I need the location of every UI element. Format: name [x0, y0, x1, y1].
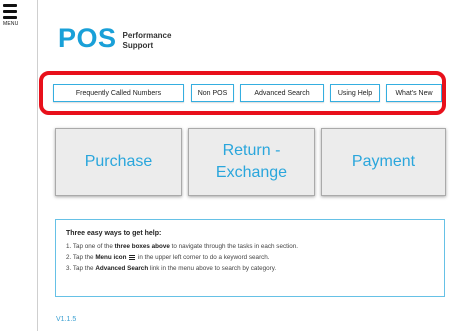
sidebar-divider: [37, 0, 38, 331]
help-item-text: to navigate through the tasks in each se…: [171, 243, 298, 250]
nav-link-non-pos[interactable]: Non POS: [191, 84, 234, 102]
task-box-label: Purchase: [85, 151, 153, 173]
task-box-label: Return - Exchange: [216, 140, 287, 184]
task-box-label-line1: Purchase: [84, 153, 153, 170]
help-panel: Three easy ways to get help: 1. Tap one …: [55, 219, 445, 297]
task-box-purchase[interactable]: Purchase: [55, 128, 182, 196]
menu-button[interactable]: MENU: [3, 4, 19, 27]
help-item-text: Tap the: [72, 254, 94, 261]
nav-link-advanced-search[interactable]: Advanced Search: [240, 84, 324, 102]
logo-subtitle-line2: Support: [122, 41, 154, 50]
logo-title: POS: [58, 23, 117, 53]
task-box-label-line2: Exchange: [215, 164, 288, 181]
task-box-label: Payment: [352, 151, 415, 173]
pos-logo[interactable]: POS Performance Support: [58, 25, 171, 52]
nav-link-whats-new[interactable]: What's New: [386, 84, 442, 102]
help-item-text: in the upper left corner to do a keyword…: [137, 254, 270, 261]
logo-subtitle-line1: Performance: [122, 31, 172, 40]
help-title: Three easy ways to get help:: [66, 230, 162, 237]
nav-link-frequently-called-numbers[interactable]: Frequently Called Numbers: [53, 84, 184, 102]
help-item-emphasis: three boxes above: [114, 243, 170, 250]
help-list: 1. Tap one of the three boxes above to n…: [66, 241, 436, 274]
help-item: 1. Tap one of the three boxes above to n…: [66, 241, 436, 252]
hamburger-icon: [3, 4, 17, 7]
help-item-number: 1.: [66, 243, 72, 250]
hamburger-icon-bar: [3, 10, 17, 13]
logo-subtitle: Performance Support: [123, 31, 172, 51]
task-box-return-exchange[interactable]: Return - Exchange: [188, 128, 315, 196]
help-item-text: link in the menu above to search by cate…: [149, 265, 277, 272]
help-item-number: 2.: [66, 254, 72, 261]
task-box-payment[interactable]: Payment: [321, 128, 446, 196]
help-item-number: 3.: [66, 265, 72, 272]
help-item-emphasis: Advanced Search: [95, 265, 149, 272]
hamburger-icon-bar: [3, 16, 17, 19]
help-item-text: Tap the: [72, 265, 94, 272]
version-label: V1.1.5: [56, 316, 77, 323]
help-item-text: Tap one of the: [72, 243, 113, 250]
help-item: 3. Tap the Advanced Search link in the m…: [66, 263, 436, 274]
nav-link-using-help[interactable]: Using Help: [330, 84, 380, 102]
menu-label: MENU: [3, 21, 19, 27]
help-item-emphasis: Menu icon: [95, 254, 127, 261]
task-box-label-line1: Payment: [351, 153, 416, 170]
help-item: 2. Tap the Menu icon in the upper left c…: [66, 252, 436, 263]
task-box-label-line1: Return -: [222, 142, 281, 159]
hamburger-icon: [129, 254, 136, 262]
